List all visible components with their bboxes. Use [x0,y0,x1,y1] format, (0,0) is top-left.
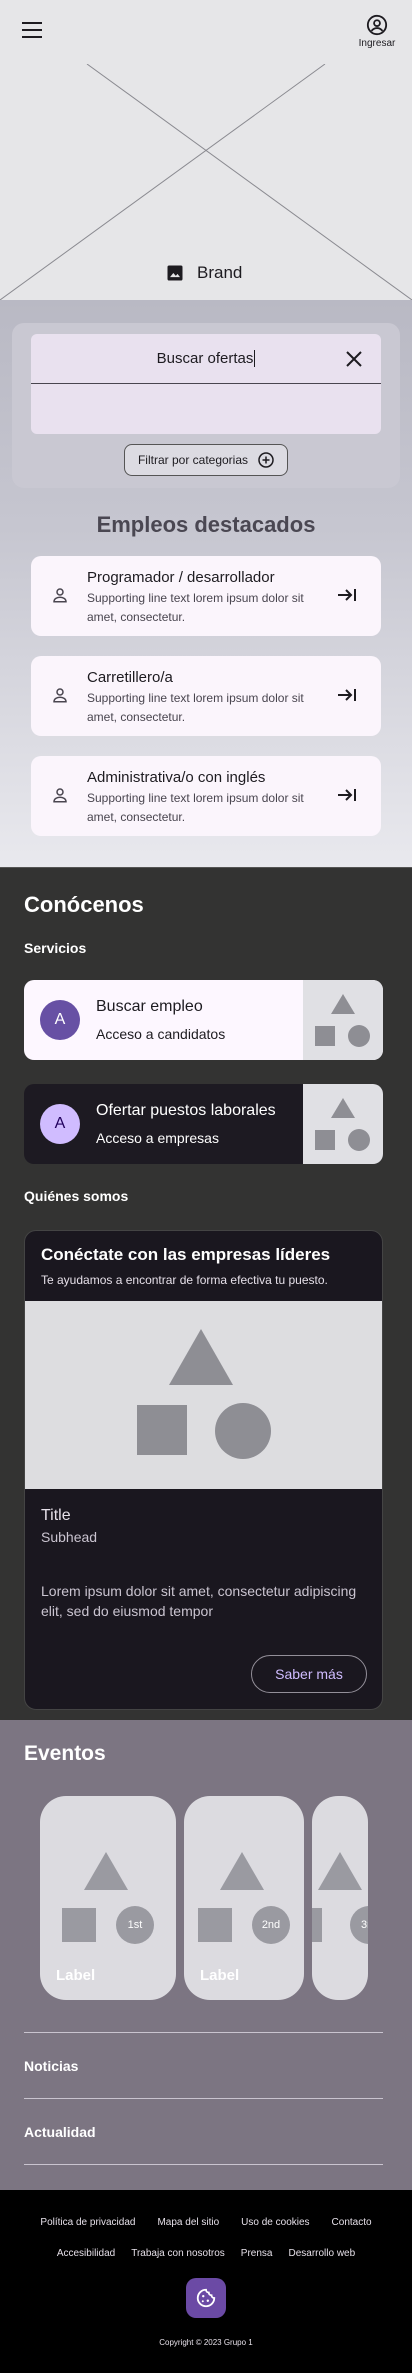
card-subhead: Subhead [41,1529,98,1545]
cookie-settings-button[interactable] [186,2278,226,2318]
footer-link[interactable]: Prensa [241,2248,273,2259]
divider [24,2098,383,2099]
add-circle-icon [258,452,274,468]
brand[interactable]: Brand [165,263,242,283]
accordion-item-noticias[interactable]: Noticias [24,2058,78,2074]
footer-link[interactable]: Mapa del sitio [157,2217,219,2228]
who-we-are-card: Conéctate con las empresas líderes Te ay… [24,1230,383,1710]
footer: Política de privacidad Mapa del sitio Us… [0,2190,412,2373]
footer-links-row: Política de privacidad Mapa del sitio Us… [0,2217,412,2228]
media-placeholder [303,1084,383,1164]
brand-label: Brand [197,263,243,282]
account-circle-icon [366,14,388,36]
events-section: Eventos 1st Label 2nd Label 3rd Noticias… [0,1720,412,2190]
filter-categories-button[interactable]: Filtrar por categorias [124,444,288,476]
service-title: Ofertar puestos laborales [96,1102,276,1119]
event-card[interactable]: 3rd [312,1796,368,2000]
event-ordinal: 1st [116,1906,154,1944]
login-button[interactable]: Ingresar [356,14,398,49]
events-title: Eventos [24,1742,106,1765]
cookie-icon [196,2288,216,2308]
footer-link[interactable]: Contacto [332,2217,372,2228]
footer-links-row: Accesibilidad Trabaja con nosotros Prens… [0,2248,412,2259]
event-card[interactable]: 2nd Label [184,1796,304,2000]
person-icon [53,588,67,603]
featured-jobs-title: Empleos destacados [96,512,316,537]
card-header-title: Conéctate con las empresas líderes [41,1245,331,1264]
footer-link[interactable]: Política de privacidad [40,2217,135,2228]
close-icon[interactable] [345,350,363,368]
job-title: Carretillero/a [87,669,173,686]
footer-link[interactable]: Uso de cookies [241,2217,309,2228]
shapes-icon [312,1852,362,1942]
search-field[interactable]: Buscar ofertas [31,334,381,434]
avatar: A [40,1104,80,1144]
copyright-text: Copyright © 2023 Grupo 1 [159,2338,253,2347]
top-app-bar: Ingresar [0,0,412,64]
search-section: Buscar ofertas Filtrar por categorias Em… [0,300,412,868]
event-label: Label [56,1967,96,1984]
saber-mas-button[interactable]: Saber más [251,1655,367,1693]
divider [24,2032,383,2033]
job-description: Supporting line text lorem ipsum dolor s… [87,691,304,724]
service-card-ofertar-puestos[interactable]: A Ofertar puestos laborales Acceso a emp… [24,1084,383,1164]
job-title: Administrativa/o con inglés [87,769,266,786]
card-header-subtitle: Te ayudamos a encontrar de forma efectiv… [41,1273,328,1287]
about-title: Conócenos [24,892,144,917]
card-body: Lorem ipsum dolor sit amet, consectetur … [41,1583,357,1619]
footer-link[interactable]: Desarrollo web [288,2248,355,2259]
login-label: Ingresar [358,38,396,49]
image-icon [167,265,183,281]
person-icon [53,788,67,803]
avatar: A [40,1000,80,1040]
footer-link[interactable]: Accesibilidad [57,2248,115,2259]
about-section: Conócenos Servicios A Buscar empleo Acce… [0,868,412,1720]
service-card-buscar-empleo[interactable]: A Buscar empleo Acceso a candidatos [24,980,383,1060]
card-title: Title [41,1507,71,1524]
hero-image-placeholder: Brand [0,64,412,300]
service-title: Buscar empleo [96,998,203,1015]
services-title: Servicios [24,940,87,956]
arrow-to-right-icon[interactable] [337,788,357,802]
search-input[interactable]: Buscar ofertas [157,350,256,368]
event-label: Label [200,1967,240,1984]
event-ordinal: 2nd [252,1906,290,1944]
arrow-to-right-icon[interactable] [337,688,357,702]
service-subtitle: Acceso a candidatos [96,1026,226,1042]
job-description: Supporting line text lorem ipsum dolor s… [87,791,304,824]
divider [24,2164,383,2165]
job-card[interactable]: Carretillero/a Supporting line text lore… [31,656,381,736]
footer-link[interactable]: Trabaja con nosotros [131,2248,225,2259]
who-we-are-title: Quiénes somos [24,1188,129,1204]
accordion-item-actualidad[interactable]: Actualidad [24,2124,96,2140]
media-placeholder [303,980,383,1060]
job-card[interactable]: Administrativa/o con inglés Supporting l… [31,756,381,836]
arrow-to-right-icon[interactable] [337,588,357,602]
service-subtitle: Acceso a empresas [96,1130,219,1146]
event-card[interactable]: 1st Label [40,1796,176,2000]
shapes-icon [315,1098,370,1151]
shapes-icon [315,994,370,1047]
job-card[interactable]: Programador / desarrollador Supporting l… [31,556,381,636]
job-description: Supporting line text lorem ipsum dolor s… [87,591,304,624]
media-placeholder [25,1301,382,1489]
person-icon [53,688,67,703]
menu-icon[interactable] [22,22,42,38]
shapes-icon [137,1329,271,1459]
job-title: Programador / desarrollador [87,569,275,586]
filter-label: Filtrar por categorias [137,453,249,467]
